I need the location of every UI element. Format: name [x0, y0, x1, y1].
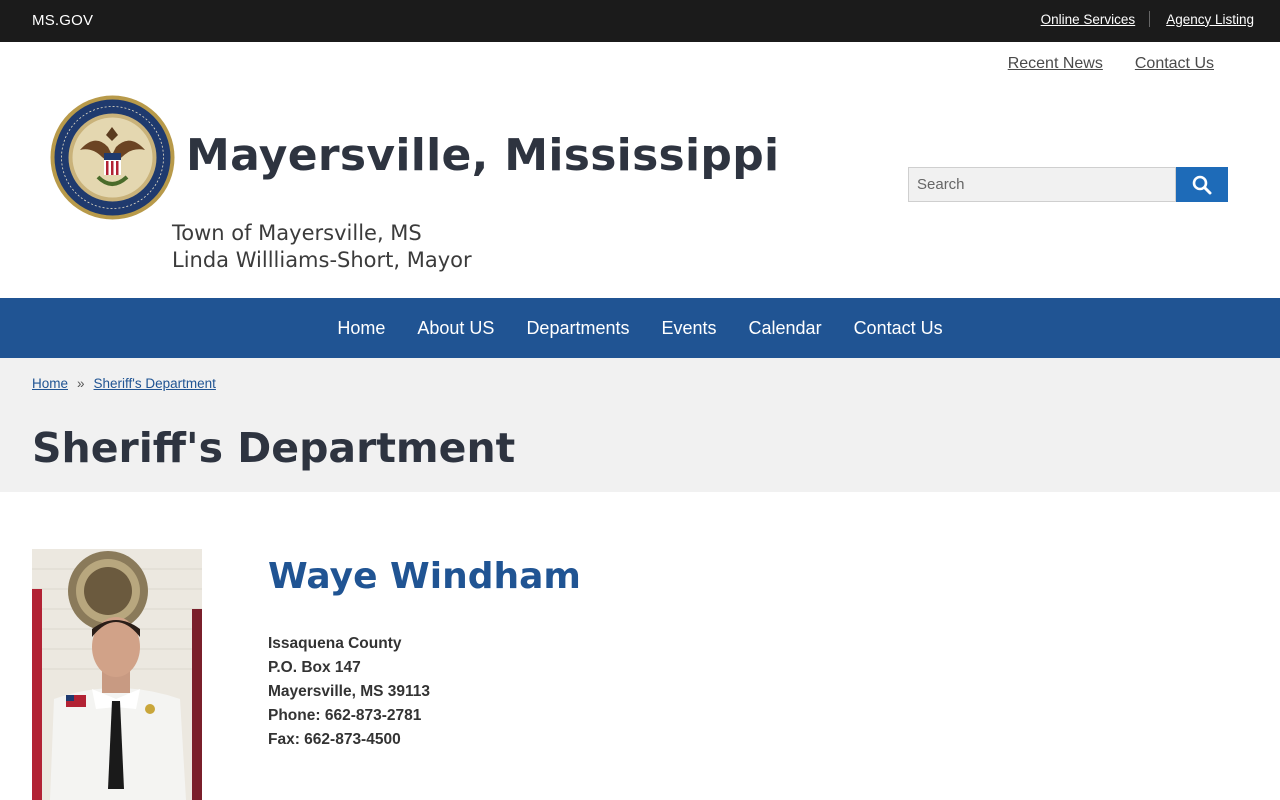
contact-po-box: P.O. Box 147	[268, 659, 361, 676]
contact-us-top-link[interactable]: Contact Us	[1135, 55, 1214, 73]
page-header-band: Home » Sheriff's Department Sheriff's De…	[0, 358, 1280, 492]
online-services-link[interactable]: Online Services	[1041, 12, 1136, 27]
contact-county: Issaquena County	[268, 635, 402, 652]
breadcrumb-separator: »	[77, 376, 85, 391]
nav-events[interactable]: Events	[645, 318, 732, 339]
nav-about-us[interactable]: About US	[401, 318, 510, 339]
nav-departments[interactable]: Departments	[510, 318, 645, 339]
state-seal-icon[interactable]	[50, 95, 175, 220]
nav-contact-us[interactable]: Contact Us	[838, 318, 959, 339]
recent-news-link[interactable]: Recent News	[1008, 55, 1103, 73]
page-title: Sheriff's Department	[32, 424, 516, 472]
contact-fax: Fax: 662-873-4500	[268, 731, 401, 748]
contact-phone: Phone: 662-873-2781	[268, 707, 422, 724]
secondary-links: Recent News Contact Us	[1008, 55, 1214, 73]
breadcrumb-home[interactable]: Home	[32, 376, 68, 391]
site-title[interactable]: Mayersville, Mississippi	[186, 130, 779, 181]
utility-links: Online Services Agency Listing	[1041, 11, 1254, 27]
search-icon	[1192, 175, 1212, 194]
site-subtitle: Town of Mayersville, MS Linda Willliams-…	[172, 220, 472, 274]
breadcrumb: Home » Sheriff's Department	[32, 376, 216, 391]
top-utility-bar: MS.GOV Online Services Agency Listing	[0, 0, 1280, 42]
sheriff-photo	[32, 549, 202, 800]
nav-home[interactable]: Home	[321, 318, 401, 339]
agency-listing-link[interactable]: Agency Listing	[1166, 12, 1254, 27]
breadcrumb-sheriffs-department[interactable]: Sheriff's Department	[94, 376, 216, 391]
utility-divider	[1149, 11, 1151, 27]
msgov-brand-link[interactable]: MS.GOV	[32, 12, 93, 29]
main-nav: Home About US Departments Events Calenda…	[0, 298, 1280, 358]
sheriff-name: Waye Windham	[268, 556, 581, 597]
search-form	[908, 167, 1228, 202]
search-button[interactable]	[1176, 167, 1228, 202]
contact-city: Mayersville, MS 39113	[268, 683, 431, 700]
subtitle-mayor: Linda Willliams-Short, Mayor	[172, 248, 472, 272]
subtitle-town: Town of Mayersville, MS	[172, 221, 422, 245]
search-input[interactable]	[908, 167, 1176, 202]
nav-calendar[interactable]: Calendar	[733, 318, 838, 339]
contact-info: Issaquena County P.O. Box 147 Mayersvill…	[268, 632, 430, 752]
